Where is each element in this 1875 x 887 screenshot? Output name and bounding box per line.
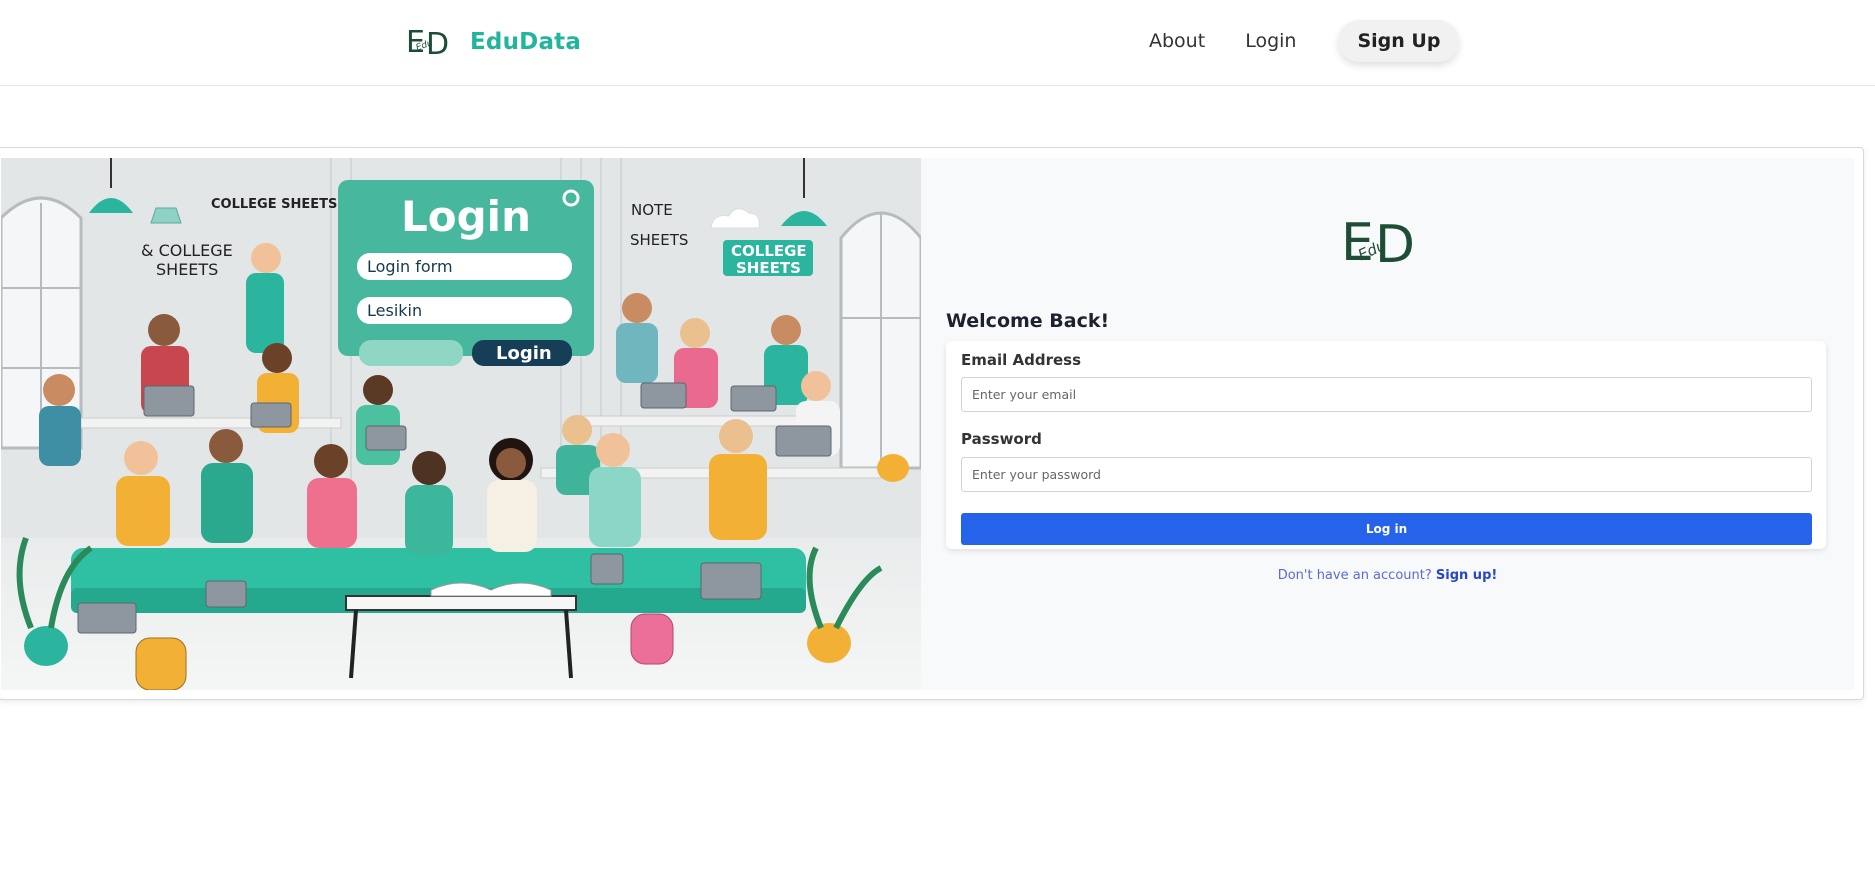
- svg-text:Lesikin: Lesikin: [367, 301, 422, 320]
- hero-login-title: Login: [401, 192, 531, 241]
- hero-illustration: COLLEGE SHEETS & COLLEGE SHEETS NOTE SHE…: [1, 158, 921, 690]
- signup-prompt-text: Don't have an account?: [1277, 568, 1432, 583]
- login-submit-button[interactable]: Log in: [961, 513, 1812, 545]
- brand[interactable]: E D Edu EduData: [406, 24, 581, 60]
- svg-text:SHEETS: SHEETS: [736, 259, 801, 277]
- top-navbar: E D Edu EduData About Login Sign Up: [0, 0, 1875, 86]
- svg-text:& COLLEGE: & COLLEGE: [141, 241, 233, 260]
- nav-signup-button[interactable]: Sign Up: [1338, 20, 1460, 62]
- edudata-logo-icon: E D Edu: [1341, 213, 1415, 266]
- main-nav: About Login Sign Up: [1149, 20, 1460, 62]
- students-illustration: COLLEGE SHEETS & COLLEGE SHEETS NOTE SHE…: [1, 158, 921, 690]
- svg-text:Login: Login: [496, 343, 552, 364]
- email-label: Email Address: [961, 351, 1082, 369]
- signup-link[interactable]: Sign up!: [1436, 568, 1497, 583]
- svg-text:SHEETS: SHEETS: [630, 231, 688, 249]
- nav-about-link[interactable]: About: [1149, 30, 1205, 52]
- svg-text:COLLEGE: COLLEGE: [731, 242, 807, 260]
- password-input[interactable]: [961, 457, 1812, 492]
- nav-login-link[interactable]: Login: [1245, 30, 1296, 52]
- svg-text:NOTE: NOTE: [631, 201, 673, 219]
- login-card: COLLEGE SHEETS & COLLEGE SHEETS NOTE SHE…: [0, 147, 1864, 700]
- signup-prompt: Don't have an account? Sign up!: [921, 568, 1854, 583]
- brand-name: EduData: [470, 29, 582, 55]
- email-input[interactable]: [961, 377, 1812, 412]
- login-panel: E D Edu Welcome Back! Email Address Pass…: [921, 158, 1854, 690]
- hero-text-college-sheets: COLLEGE SHEETS: [211, 197, 337, 212]
- edudata-logo-icon: E D Edu: [406, 25, 449, 60]
- password-label: Password: [961, 430, 1042, 448]
- svg-text:Login form: Login form: [367, 257, 453, 276]
- login-form: Email Address Password Log in: [946, 341, 1826, 549]
- welcome-heading: Welcome Back!: [946, 310, 1110, 332]
- svg-text:SHEETS: SHEETS: [156, 260, 218, 279]
